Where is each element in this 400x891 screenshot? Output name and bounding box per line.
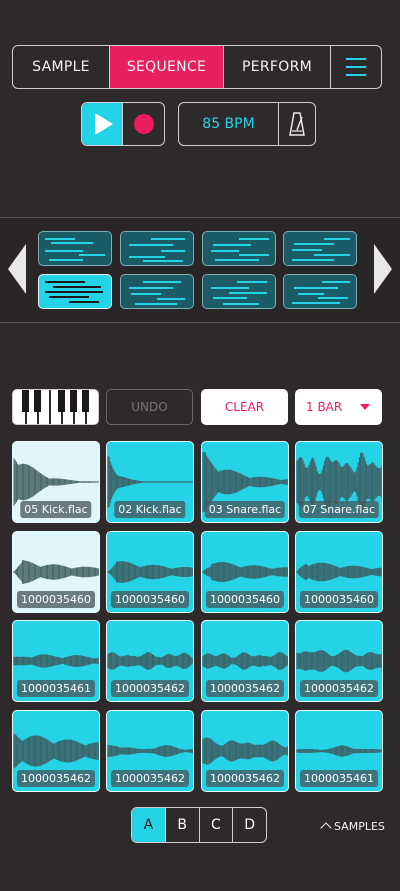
pattern-slot[interactable] [202, 231, 276, 266]
tab-perform[interactable]: PERFORM [224, 46, 331, 88]
bank-c-button[interactable]: C [200, 808, 234, 842]
pad-label: 1000035462 [300, 680, 378, 697]
pattern-slot[interactable] [120, 231, 194, 266]
mode-tabs: SAMPLE SEQUENCE PERFORM [12, 45, 382, 89]
play-button[interactable] [82, 103, 122, 145]
bar-length-select[interactable]: 1 BAR [295, 389, 382, 425]
sample-pad[interactable]: 1000035460 [201, 531, 289, 613]
pad-label: 1000035461 [17, 680, 95, 697]
chevron-up-icon [320, 822, 332, 834]
pad-label: 1000035462 [206, 680, 284, 697]
bar-length-value: 1 BAR [306, 400, 343, 414]
chevron-left-icon[interactable] [8, 244, 26, 294]
sample-pad[interactable]: 1000035462 [106, 710, 194, 792]
pad-label: 1000035460 [300, 591, 378, 608]
pattern-slot[interactable] [38, 231, 112, 266]
bank-selector: A B C D [131, 807, 267, 843]
bank-a-button[interactable]: A [132, 808, 166, 842]
menu-button[interactable] [331, 46, 381, 88]
undo-button[interactable]: UNDO [106, 389, 193, 425]
pad-label: 1000035462 [111, 680, 189, 697]
tempo-control: 85 BPM [178, 102, 316, 146]
pad-label: 1000035460 [17, 591, 95, 608]
piano-keys-button[interactable] [12, 389, 99, 425]
pad-label: 03 Snare.flac [204, 501, 286, 518]
pattern-slot[interactable] [202, 274, 276, 309]
tempo-display[interactable]: 85 BPM [179, 103, 278, 145]
pattern-slot[interactable] [120, 274, 194, 309]
pad-label: 1000035461 [300, 770, 378, 787]
record-button[interactable] [122, 103, 164, 145]
samples-toggle[interactable]: SAMPLES [320, 817, 385, 835]
pad-label: 1000035460 [206, 591, 284, 608]
bank-b-button[interactable]: B [166, 808, 200, 842]
clear-button[interactable]: CLEAR [201, 389, 288, 425]
pad-label: 1000035462 [17, 770, 95, 787]
sample-pad[interactable]: 1000035460 [12, 531, 100, 613]
metronome-button[interactable] [278, 103, 315, 145]
sample-pad[interactable]: 1000035461 [295, 710, 383, 792]
tab-sequence[interactable]: SEQUENCE [110, 46, 224, 88]
samples-label: SAMPLES [334, 819, 385, 833]
sample-pad[interactable]: 1000035462 [295, 620, 383, 702]
pattern-slot[interactable] [283, 274, 357, 309]
sample-pad[interactable]: 1000035460 [106, 531, 194, 613]
bank-d-button[interactable]: D [233, 808, 266, 842]
sample-pad[interactable]: 1000035462 [201, 710, 289, 792]
chevron-right-icon[interactable] [374, 244, 392, 294]
pad-label: 02 Kick.flac [114, 501, 186, 518]
pad-label: 1000035462 [111, 770, 189, 787]
pattern-slot[interactable] [38, 274, 112, 309]
sample-pad[interactable]: 1000035462 [12, 710, 100, 792]
sample-pad[interactable]: 02 Kick.flac [106, 441, 194, 523]
play-icon [95, 113, 113, 135]
record-icon [133, 114, 154, 134]
sample-pad[interactable]: 1000035462 [106, 620, 194, 702]
caret-down-icon [360, 404, 370, 410]
sample-pad[interactable]: 07 Snare.flac [295, 441, 383, 523]
pad-label: 1000035462 [206, 770, 284, 787]
pad-label: 1000035460 [111, 591, 189, 608]
sample-pad[interactable]: 1000035462 [201, 620, 289, 702]
tab-sample[interactable]: SAMPLE [13, 46, 110, 88]
pad-label: 05 Kick.flac [20, 501, 92, 518]
pattern-slot[interactable] [283, 231, 357, 266]
pad-label: 07 Snare.flac [298, 501, 380, 518]
sample-pad[interactable]: 1000035461 [12, 620, 100, 702]
sample-pad[interactable]: 05 Kick.flac [12, 441, 100, 523]
metronome-icon [289, 112, 305, 136]
sample-pad[interactable]: 1000035460 [295, 531, 383, 613]
hamburger-icon [346, 58, 366, 76]
transport-controls [81, 102, 165, 146]
sample-pad[interactable]: 03 Snare.flac [201, 441, 289, 523]
